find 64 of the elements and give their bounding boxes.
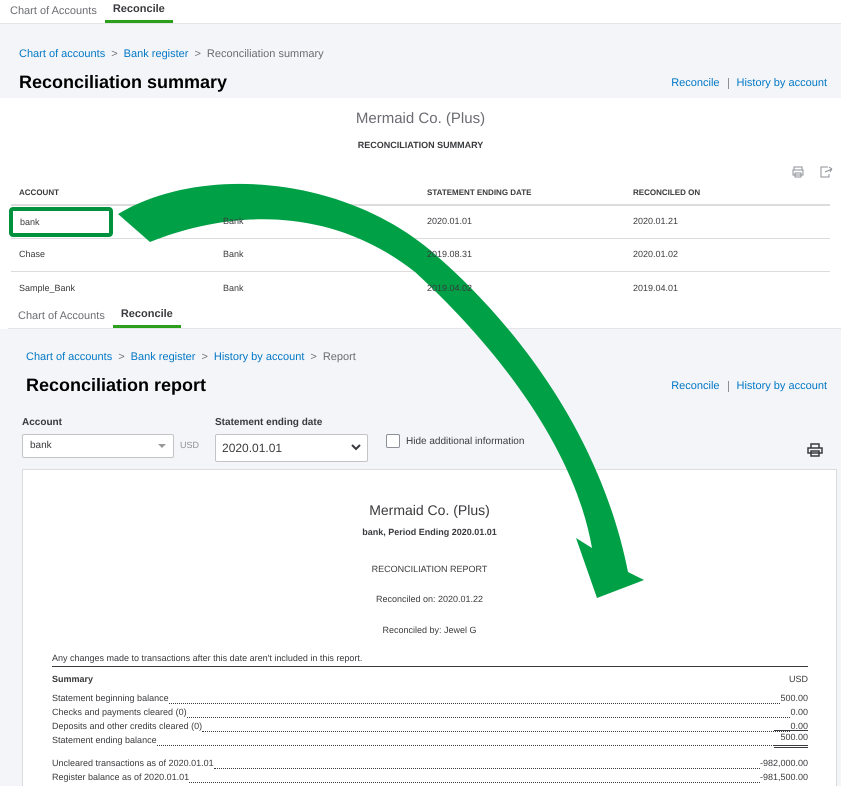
breadcrumb-separator: > — [310, 350, 317, 365]
line-label: Checks and payments cleared (0) — [52, 706, 187, 719]
breadcrumb-separator: > — [194, 47, 201, 62]
breadcrumb-current: Report — [322, 350, 356, 365]
breadcrumb-link[interactable]: Chart of accounts — [19, 46, 106, 62]
currency-label: USD — [788, 673, 808, 686]
breadcrumb-current: Reconciliation summary — [206, 47, 324, 62]
breadcrumb-link[interactable]: Chart of accounts — [26, 349, 112, 366]
line-label: Statement beginning balance — [52, 692, 169, 705]
line-label: Register balance as of 2020.01.01 — [52, 771, 190, 784]
report-title: RECONCILIATION SUMMARY — [358, 138, 484, 152]
page-title: Reconciliation summary — [19, 70, 228, 94]
field-label: Account — [22, 416, 63, 430]
company-name: Mermaid Co. (Plus) — [356, 109, 486, 129]
report-note: Any changes made to transactions after this date aren't included in this report. — [52, 652, 362, 662]
page-title: Reconciliation report — [26, 374, 208, 397]
report-subtitle: bank, Period Ending 2020.01.01 — [362, 526, 497, 539]
line-label: Uncleared transactions as of 2020.01.01 — [52, 757, 214, 770]
table-cell: 2020.01.01 — [427, 216, 472, 226]
line-amount: -982,000.00 — [760, 757, 808, 770]
column-header: STATEMENT ENDING DATE — [427, 188, 532, 197]
header-link[interactable]: Reconcile — [671, 378, 720, 394]
table-cell: 2020.01.21 — [633, 216, 678, 226]
summary-heading: Summary — [52, 673, 94, 686]
line-label: Deposits and other credits cleared (0) — [52, 720, 202, 733]
breadcrumb-separator: > — [111, 47, 118, 62]
chevron-down-icon — [351, 444, 362, 451]
breadcrumb-link[interactable]: Bank register — [124, 46, 188, 62]
breadcrumb-separator: > — [201, 350, 208, 365]
header-link[interactable]: History by account — [736, 75, 827, 92]
breadcrumb-link[interactable]: Bank register — [130, 349, 196, 366]
breadcrumb-link[interactable]: History by account — [214, 349, 304, 366]
checkbox[interactable] — [386, 434, 400, 448]
print-icon[interactable] — [807, 442, 823, 456]
date-dropdown[interactable]: 2020.01.01 — [215, 434, 368, 462]
highlight-frame: bank — [9, 207, 113, 237]
table-cell: 2019.04.01 — [633, 282, 678, 293]
header-link[interactable]: History by account — [736, 378, 827, 394]
account-dropdown[interactable]: bank — [22, 434, 174, 458]
currency-label: USD — [180, 438, 200, 452]
breadcrumb-separator: > — [118, 350, 125, 365]
field-label: Statement ending date — [215, 416, 324, 430]
export-icon[interactable] — [819, 166, 833, 178]
company-name: Mermaid Co. (Plus) — [369, 500, 490, 520]
table-cell: Sample_Bank — [19, 282, 76, 293]
line-amount: 0.00 — [790, 706, 808, 719]
line-amount: 0.00 — [790, 720, 808, 733]
report-title: RECONCILIATION REPORT — [372, 563, 488, 576]
line-amount: 500.00 — [780, 692, 808, 705]
line-amount: 500.00 — [774, 730, 808, 748]
header-link[interactable]: Reconcile — [671, 75, 720, 92]
reconciled-by: Reconciled by: Jewel G — [382, 624, 477, 637]
table-cell: Bank — [223, 282, 244, 293]
line-amount: -981,500.00 — [760, 771, 808, 784]
line-label: Statement ending balance — [52, 734, 157, 747]
column-header: ACCOUNT — [19, 188, 59, 197]
reconciled-on: Reconciled on: 2020.01.22 — [376, 592, 484, 606]
tab[interactable]: Chart of Accounts — [10, 304, 113, 328]
column-header: RECONCILED ON — [633, 188, 700, 197]
table-cell: 2020.01.02 — [633, 249, 678, 260]
tab[interactable]: Chart of Accounts — [2, 0, 105, 23]
table-cell: Bank — [223, 249, 244, 260]
table-cell: Chase — [19, 249, 46, 260]
checkbox-label: Hide additional information — [406, 434, 524, 448]
